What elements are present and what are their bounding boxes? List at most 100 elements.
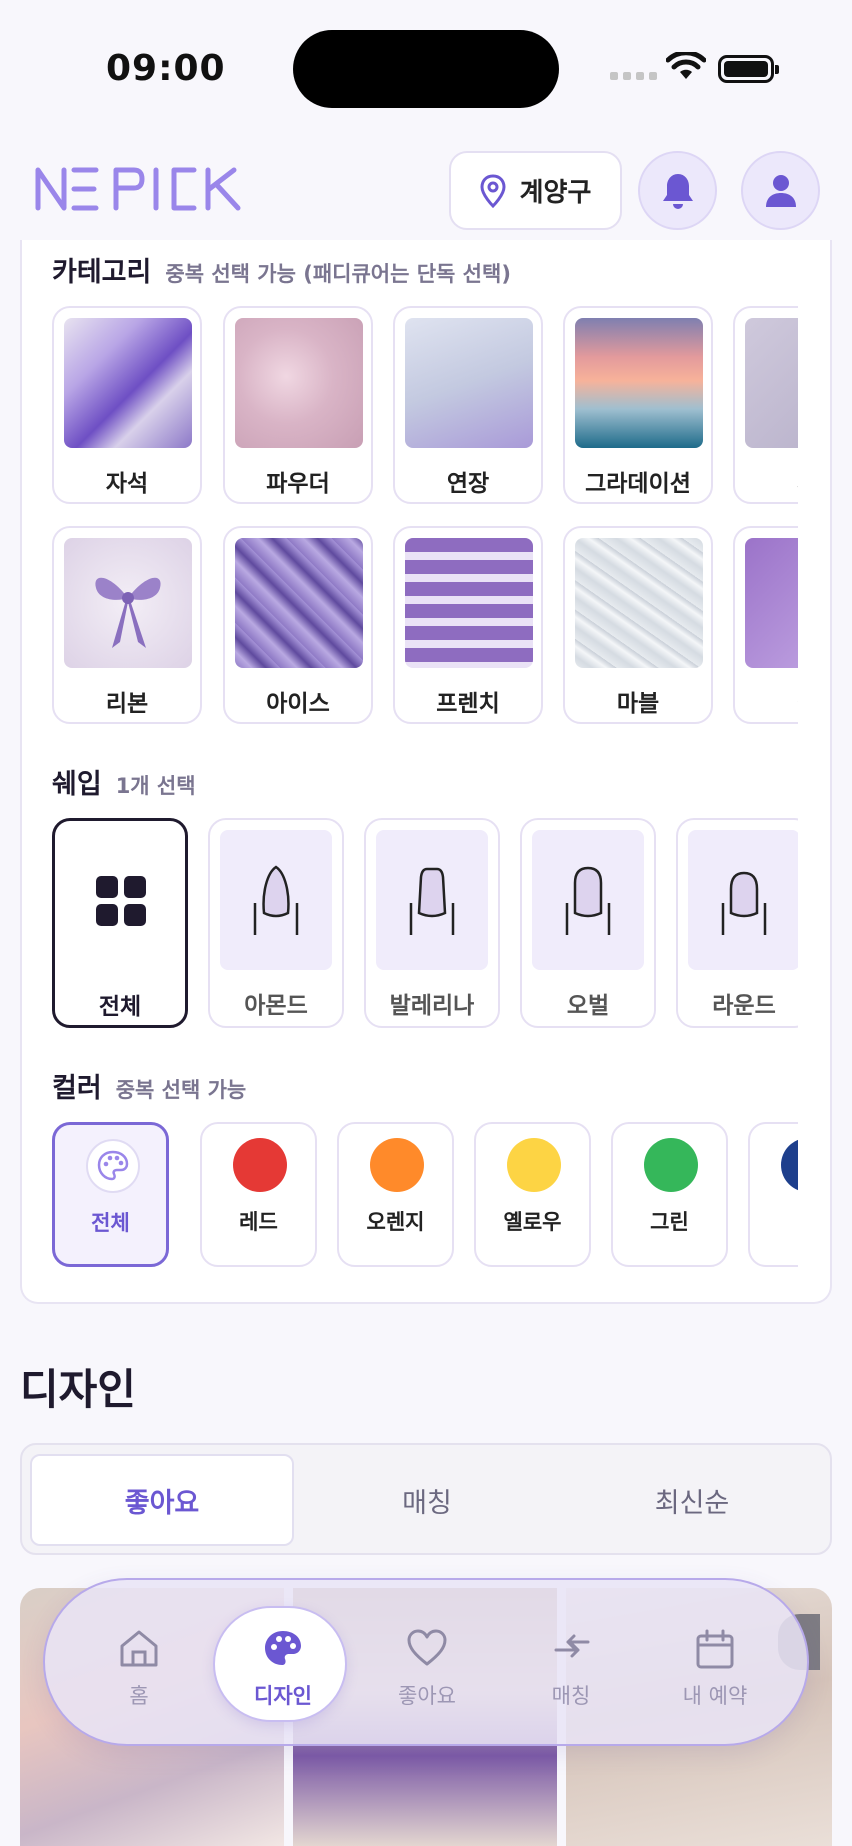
color-label: 옐로우 [503,1210,562,1234]
category-item-ribbon[interactable]: 리본 [52,526,202,724]
nav-my-reservation[interactable]: 내 예약 [648,1580,782,1748]
color-subtitle: 중복 선택 가능 [115,1078,247,1102]
palette-icon [97,1150,129,1181]
nav-home[interactable]: 홈 [72,1580,206,1748]
sort-tabs: 좋아요 매칭 최신순 [20,1443,832,1555]
category-item-magnet[interactable]: 자석 [52,306,202,504]
nav-design[interactable]: 디자인 [213,1580,350,1748]
shape-subtitle: 1개 선택 [115,774,196,798]
shape-label: 오벌 [566,993,610,1019]
signal-icon [610,72,657,80]
category-label: 마블 [616,691,660,717]
shape-item-round[interactable]: 라운드 [676,818,798,1028]
calendar-icon [696,1629,734,1669]
color-label: 전체 [91,1211,130,1235]
oval-nail-icon [565,866,611,935]
location-pin-icon [480,173,506,208]
category-section-header: 카테고리 중복 선택 가능 (패디큐어는 단독 선택) [52,250,511,289]
category-label: 파우더 [266,471,330,497]
shape-thumb [65,831,177,971]
category-item-powder[interactable]: 파우더 [223,306,373,504]
shape-item-all[interactable]: 전체 [52,818,188,1028]
category-image [405,318,533,448]
shape-list[interactable]: 전체 아몬드 발레리나 오벌 라운드 [52,818,798,1030]
nav-label: 좋아요 [398,1684,456,1708]
category-image [745,538,798,668]
nav-matching[interactable]: 매칭 [504,1580,638,1748]
bell-icon [662,173,693,209]
category-label: 아이스 [266,691,330,717]
profile-button[interactable] [741,151,820,230]
category-item-ice[interactable]: 아이스 [223,526,373,724]
shape-title: 쉐입 [52,769,102,800]
color-item-green[interactable]: 그린 [611,1122,728,1267]
shape-item-oval[interactable]: 오벌 [520,818,656,1028]
location-button[interactable]: 계양구 [449,151,622,230]
color-item-navy[interactable]: 남 [748,1122,798,1267]
color-label: 남 [750,1206,798,1236]
battery-icon [718,55,779,83]
nav-label: 내 예약 [682,1684,748,1708]
category-image [405,538,533,668]
category-item-marble[interactable]: 마블 [563,526,713,724]
category-image [235,538,363,668]
shape-item-ballerina[interactable]: 발레리나 [364,818,500,1028]
color-swatch-yellow [507,1138,561,1192]
nav-label: 디자인 [254,1684,312,1708]
category-label: 원 [735,684,798,718]
color-swatch [86,1139,140,1193]
shape-thumb [220,830,332,970]
shape-label: 아몬드 [244,993,308,1019]
design-section-title: 디자인 [20,1365,136,1414]
color-item-yellow[interactable]: 옐로우 [474,1122,591,1267]
location-label: 계양구 [519,178,592,208]
color-label: 오렌지 [366,1210,425,1234]
category-label: 연장 [446,471,490,497]
category-subtitle: 중복 선택 가능 (패디큐어는 단독 선택) [165,262,511,286]
tab-matching[interactable]: 매칭 [295,1454,559,1546]
category-image [64,318,192,448]
status-time: 09:00 [106,48,226,89]
shape-section-header: 쉐입 1개 선택 [52,762,196,801]
category-label: 그라데이션 [585,471,691,497]
tab-likes[interactable]: 좋아요 [30,1454,294,1546]
category-label: 파 [735,464,798,498]
ribbon-icon [95,577,161,648]
color-swatch-orange [370,1138,424,1192]
category-item-one-color[interactable]: 원 [733,526,798,724]
tab-latest[interactable]: 최신순 [560,1454,824,1546]
color-label: 그린 [650,1210,689,1234]
category-item-extension[interactable]: 연장 [393,306,543,504]
color-title: 컬러 [52,1073,102,1104]
shape-label: 라운드 [712,993,776,1019]
category-item-partial[interactable]: 파 [733,306,798,504]
category-label: 프렌치 [436,691,500,717]
shape-label: 발레리나 [389,993,475,1019]
almond-nail-icon [253,865,299,935]
shape-label: 전체 [98,994,142,1020]
color-item-all[interactable]: 전체 [52,1122,169,1267]
color-swatch-red [233,1138,287,1192]
home-icon [120,1630,158,1667]
shape-thumb [688,830,798,970]
category-title: 카테고리 [52,257,152,288]
swap-icon [554,1634,590,1658]
color-item-red[interactable]: 레드 [200,1122,317,1267]
shape-thumb [532,830,644,970]
category-label: 리본 [105,691,149,717]
ne-pick-logo[interactable] [34,166,248,212]
round-nail-icon [721,871,767,935]
color-item-orange[interactable]: 오렌지 [337,1122,454,1267]
shape-item-almond[interactable]: 아몬드 [208,818,344,1028]
notification-button[interactable] [638,151,717,230]
category-image [575,538,703,668]
category-list[interactable]: 자석 파우더 연장 그라데이션 파 리본 아이스 프렌치 [52,306,798,726]
color-list[interactable]: 전체 레드 오렌지 옐로우 그린 남 [52,1122,798,1268]
category-item-french[interactable]: 프렌치 [393,526,543,724]
user-icon [765,174,796,207]
color-swatch-navy [781,1138,798,1192]
shape-thumb [376,830,488,970]
category-item-gradation[interactable]: 그라데이션 [563,306,713,504]
category-label: 자석 [105,471,149,497]
nav-likes[interactable]: 좋아요 [360,1580,494,1748]
